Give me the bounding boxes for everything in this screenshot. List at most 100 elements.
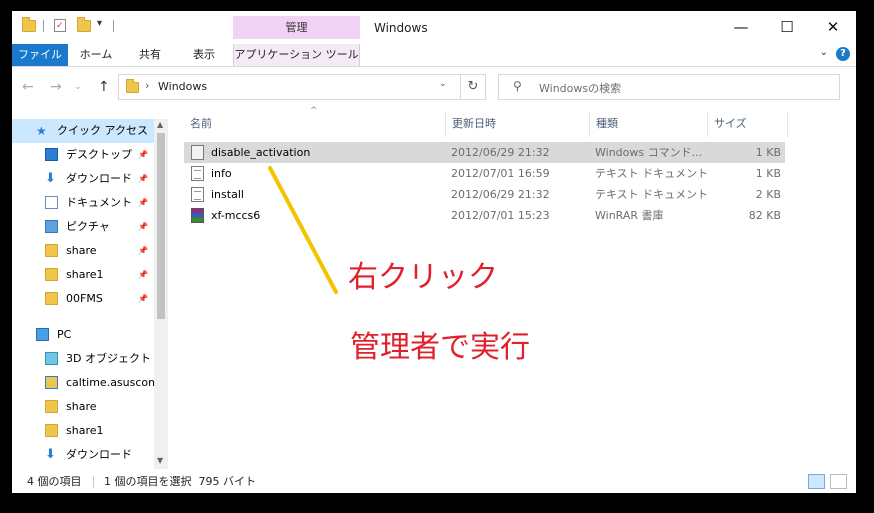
search-box[interactable]: ⚲ Windowsの検索	[498, 74, 840, 100]
search-icon: ⚲	[513, 79, 522, 93]
breadcrumb-separator-icon: ›	[145, 79, 150, 92]
file-row[interactable]: xf-mccs6 2012/07/01 15:23 WinRAR 書庫 82 KB	[184, 205, 785, 226]
scroll-up-icon[interactable]: ▲	[157, 120, 163, 129]
sidebar-item-8[interactable]: PC	[12, 323, 155, 347]
file-row[interactable]: disable_activation 2012/06/29 21:32 Window…	[184, 142, 785, 163]
sidebar-item-3[interactable]: ドキュメント 📌	[12, 191, 155, 215]
sidebar-item-label: share	[66, 400, 97, 413]
download-icon: ⬇	[45, 447, 56, 462]
properties-icon[interactable]: ✓	[54, 19, 66, 32]
quick-access-dropdown-icon[interactable]: ▾	[97, 18, 102, 29]
pin-icon: 📌	[138, 222, 148, 231]
folder-icon	[22, 17, 36, 32]
sidebar-item-7[interactable]: 00FMS 📌	[12, 287, 155, 311]
sidebar-item-label: 3D オブジェクト	[66, 352, 151, 365]
address-row: ← → ⌄ ↑ › Windows ⌄ ↻ ⚲ Windowsの検索	[12, 67, 856, 107]
sidebar-item-label: ドキュメント	[66, 196, 132, 209]
text-file-icon	[191, 166, 204, 181]
file-name: info	[211, 167, 232, 180]
file-size: 1 KB	[755, 146, 781, 159]
folder-icon	[45, 268, 58, 281]
sidebar-item-9[interactable]: 3D オブジェクト	[12, 347, 155, 371]
back-arrow-icon[interactable]: ←	[22, 79, 34, 95]
file-row[interactable]: install 2012/06/29 21:32 テキスト ドキュメント 2 KB	[184, 184, 785, 205]
sidebar-item-5[interactable]: share 📌	[12, 239, 155, 263]
manage-context-header: 管理	[233, 16, 360, 39]
breadcrumb-path[interactable]: Windows	[158, 80, 207, 93]
star-icon: ★	[36, 124, 47, 138]
file-modified: 2012/06/29 21:32	[451, 188, 550, 201]
pin-icon: 📌	[138, 246, 148, 255]
forward-arrow-icon[interactable]: →	[50, 79, 62, 95]
scroll-down-icon[interactable]: ▼	[157, 456, 163, 465]
tab-file[interactable]: ファイル	[12, 44, 68, 66]
sidebar-item-13[interactable]: ⬇ ダウンロード	[12, 443, 155, 467]
file-modified: 2012/07/01 15:23	[451, 209, 550, 222]
column-header-size[interactable]: サイズ	[708, 111, 788, 137]
details-view-icon[interactable]	[808, 474, 825, 489]
file-type: テキスト ドキュメント	[595, 167, 707, 180]
sidebar-item-2[interactable]: ⬇ ダウンロード 📌	[12, 167, 155, 191]
chevron-down-icon[interactable]: ⌄	[820, 47, 828, 58]
pin-icon: 📌	[138, 294, 148, 303]
download-icon: ⬇	[45, 171, 56, 186]
file-name: xf-mccs6	[211, 209, 261, 222]
sidebar-item-0[interactable]: ★ クイック アクセス	[12, 119, 155, 143]
tab-share[interactable]: 共有	[126, 44, 174, 66]
folder-icon	[45, 400, 58, 413]
sidebar-item-11[interactable]: share	[12, 395, 155, 419]
large-icons-view-icon[interactable]	[830, 474, 847, 489]
file-type: Windows コマンド...	[595, 146, 703, 159]
status-item-count: 4 個の項目	[27, 475, 82, 488]
sidebar-item-10[interactable]: caltime.asuscom	[12, 371, 155, 395]
desktop-icon	[45, 148, 58, 161]
help-icon[interactable]: ?	[836, 47, 850, 61]
folder-icon	[126, 79, 139, 93]
nav-scrollbar[interactable]: ▲ ▼	[154, 119, 168, 469]
pin-icon: 📌	[138, 198, 148, 207]
address-dropdown-icon[interactable]: ⌄	[439, 79, 447, 89]
separator	[43, 20, 44, 32]
minimize-button[interactable]: —	[718, 11, 764, 43]
status-selection: 1 個の項目を選択 795 バイト	[104, 475, 256, 488]
file-type: WinRAR 書庫	[595, 209, 664, 222]
annotation-run-as-admin: 管理者で実行	[350, 330, 530, 365]
file-row[interactable]: info 2012/07/01 16:59 テキスト ドキュメント 1 KB	[184, 163, 785, 184]
scrollbar-thumb[interactable]	[157, 133, 165, 319]
sidebar-item-label: デスクトップ	[66, 148, 132, 161]
address-bar[interactable]: › Windows ⌄	[118, 74, 486, 100]
tab-home[interactable]: ホーム	[70, 44, 122, 66]
folder-icon	[45, 424, 58, 437]
tab-application-tools[interactable]: アプリケーション ツール	[233, 44, 360, 66]
pin-icon: 📌	[138, 174, 148, 183]
sidebar-item-6[interactable]: share1 📌	[12, 263, 155, 287]
file-modified: 2012/07/01 16:59	[451, 167, 550, 180]
sidebar-item-12[interactable]: share1	[12, 419, 155, 443]
maximize-button[interactable]: ☐	[764, 11, 810, 43]
3d-objects-icon	[45, 352, 58, 365]
separator	[113, 20, 114, 32]
cmd-file-icon	[191, 145, 204, 160]
column-header-type[interactable]: 種類	[590, 111, 708, 137]
navigation-pane: ★ クイック アクセス デスクトップ 📌 ⬇ ダウンロード 📌 ドキュメント 📌 ピクチャ 📌 sha…	[12, 119, 168, 469]
title-bar: ✓ ▾ 管理 Windows — ☐ ✕	[12, 11, 856, 44]
new-folder-icon[interactable]	[77, 17, 91, 32]
sidebar-item-label: share1	[66, 424, 104, 437]
tab-view[interactable]: 表示	[178, 44, 230, 66]
file-name: disable_activation	[211, 146, 311, 159]
recent-locations-icon[interactable]: ⌄	[74, 82, 82, 92]
sidebar-item-1[interactable]: デスクトップ 📌	[12, 143, 155, 167]
sidebar-item-label: ダウンロード	[66, 448, 132, 461]
up-arrow-icon[interactable]: ↑	[98, 79, 110, 95]
refresh-button[interactable]: ↻	[460, 74, 486, 100]
document-icon	[45, 196, 58, 209]
column-header-modified[interactable]: 更新日時	[446, 111, 590, 137]
close-button[interactable]: ✕	[810, 11, 856, 43]
sidebar-item-label: caltime.asuscom	[66, 376, 155, 389]
pin-icon: 📌	[138, 150, 148, 159]
column-header-name[interactable]: 名前	[184, 111, 446, 137]
network-folder-icon	[45, 376, 58, 389]
sidebar-item-4[interactable]: ピクチャ 📌	[12, 215, 155, 239]
sidebar-item-label: 00FMS	[66, 292, 103, 305]
file-size: 2 KB	[755, 188, 781, 201]
